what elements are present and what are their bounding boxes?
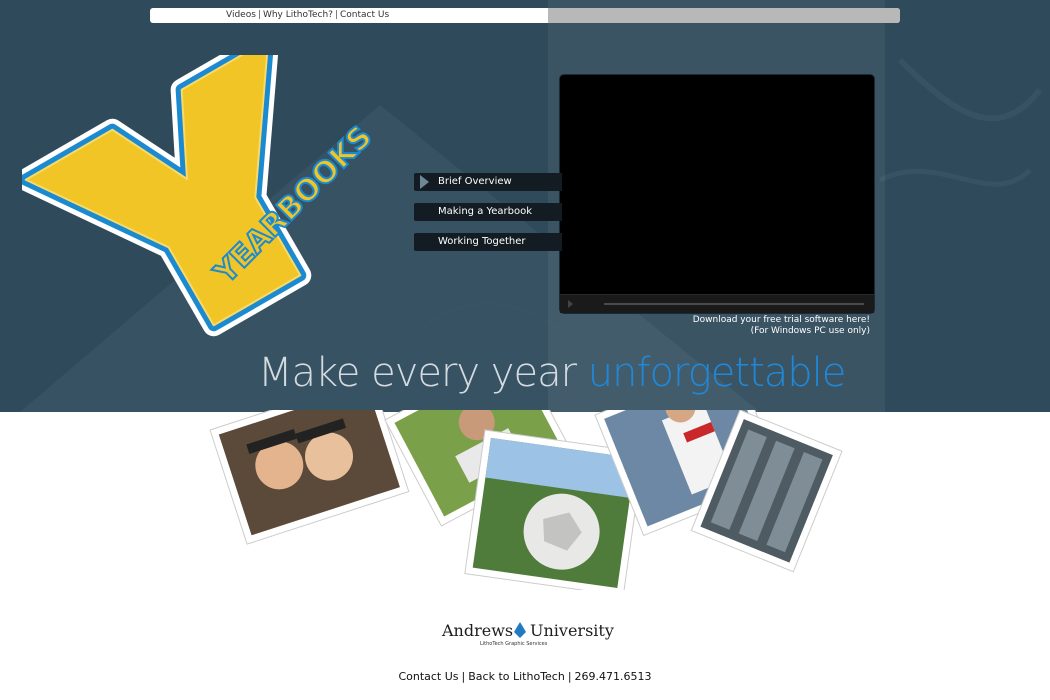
nav-videos-link[interactable]: Videos [226, 10, 256, 20]
tagline-highlight: unforgettable [587, 350, 847, 396]
nav-why-lithotech-link[interactable]: Why LithoTech? [263, 10, 333, 20]
flame-icon [514, 622, 526, 638]
footer-contact-link[interactable]: Contact Us [398, 670, 458, 683]
footer-links: Contact Us | Back to LithoTech | 269.471.651… [0, 670, 1050, 683]
video-progress-track[interactable] [604, 303, 864, 305]
chevron-right-icon [420, 175, 429, 189]
top-nav: Videos | Why LithoTech? | Contact Us [226, 9, 389, 22]
menu-making-a-yearbook[interactable]: Making a Yearbook [414, 203, 562, 221]
university-name-right: University [530, 621, 614, 640]
download-trial: Download your free trial software here! … [650, 315, 870, 337]
video-player[interactable] [560, 75, 874, 313]
menu-label: Making a Yearbook [438, 206, 533, 217]
footer-phone: 269.471.6513 [574, 670, 652, 683]
menu-label: Brief Overview [438, 176, 512, 187]
nav-separator: | [334, 10, 338, 20]
play-icon[interactable] [568, 300, 573, 308]
nav-separator: | [257, 10, 261, 20]
download-trial-link[interactable]: Download your free trial software here! [693, 315, 870, 325]
photo-collage [209, 410, 843, 590]
photo-graduates [209, 410, 410, 545]
university-name-left: Andrews [441, 621, 513, 640]
menu-working-together[interactable]: Working Together [414, 233, 562, 251]
menu-label: Working Together [438, 236, 526, 247]
video-controls [560, 294, 874, 313]
tagline: Make every year unforgettable [258, 348, 847, 398]
tagline-text: Make every year [258, 350, 588, 396]
yearbooks-logo: YEARBOOKS [22, 55, 380, 337]
menu-brief-overview[interactable]: Brief Overview [414, 173, 562, 191]
footer-back-link[interactable]: Back to LithoTech [468, 670, 565, 683]
footer-separator: | [461, 670, 466, 683]
footer-separator: | [567, 670, 572, 683]
andrews-university-logo: Andrews University LithoTech Graphic Ser… [441, 621, 614, 647]
nav-contact-link[interactable]: Contact Us [340, 10, 389, 20]
download-note: (For Windows PC use only) [750, 326, 870, 336]
university-subtitle: LithoTech Graphic Services [480, 641, 548, 647]
